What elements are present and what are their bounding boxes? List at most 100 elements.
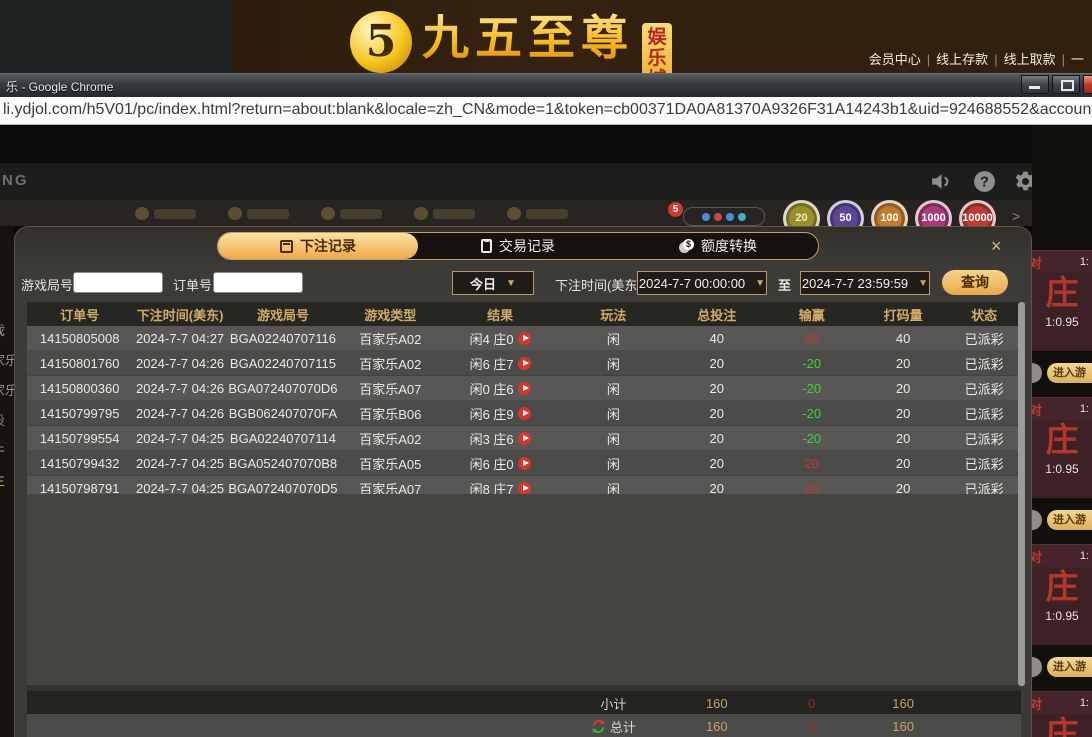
help-icon[interactable]: ?: [972, 169, 997, 194]
road-dot: [738, 212, 746, 221]
banker-odds: 1:0.95: [1045, 315, 1079, 329]
cell-game_type: 百家乐A05: [359, 456, 422, 472]
tab-quota-transfer[interactable]: 额度转换: [618, 233, 818, 259]
column-header: 游戏局号: [256, 307, 309, 323]
cell-total_bet: 20: [709, 430, 725, 446]
pair-odds-label: 对: [1032, 400, 1042, 419]
table-row: 14150799554 2024-7-7 04:25 BGA02240707114 百…: [27, 426, 1021, 451]
cell-order_no: 14150800360: [39, 380, 120, 396]
close-icon[interactable]: ×: [991, 236, 1002, 257]
cell-bet_time: 2024-7-7 04:26: [135, 380, 225, 396]
occluded-menu-fragment: 设: [0, 410, 5, 429]
order-no-input[interactable]: [213, 272, 303, 293]
window-titlebar[interactable]: 乐 - Google Chrome: [0, 73, 1092, 98]
odds-fragment: 1:: [1079, 550, 1089, 562]
tab-pill: 下注记录 交易记录 额度转换: [217, 232, 819, 260]
cell-total_bet: 40: [709, 330, 725, 346]
replay-icon[interactable]: [517, 406, 531, 420]
cell-game_type: 百家乐A02: [359, 356, 422, 372]
replay-icon[interactable]: [517, 331, 531, 345]
table-row: 14150799432 2024-7-7 04:25 BGA052407070B8 百…: [27, 451, 1021, 476]
header-link[interactable]: 线上取款: [1004, 52, 1056, 67]
refresh-icon[interactable]: [591, 719, 606, 734]
cell-round_no: BGA02240707114: [229, 430, 336, 446]
column-header: 订单号: [60, 307, 100, 323]
cell-win_loss: -20: [802, 405, 822, 421]
cell-result: 闲6 庄7: [442, 351, 557, 375]
total-label: 总计: [609, 719, 636, 735]
header-link[interactable]: 一: [1071, 52, 1084, 67]
order-no-label: 订单号: [173, 278, 213, 293]
cell-result: 闲6 庄9: [442, 401, 557, 425]
cell-win_loss: -20: [802, 355, 822, 371]
cell-play: 闲: [606, 331, 620, 347]
cell-play: 闲: [606, 456, 620, 472]
lobby-card-panel: 对 1: 庄 1:0.95: [1032, 397, 1092, 498]
header-link[interactable]: 会员中心: [869, 52, 921, 67]
enter-game-button[interactable]: 进入游: [1047, 363, 1092, 383]
date-to-value: 2024-7-7 23:59:59: [801, 275, 909, 291]
window-controls: [1021, 75, 1092, 94]
replay-icon[interactable]: [517, 356, 531, 370]
logo-badge-char: 娱: [647, 26, 667, 48]
cell-game_type: 百家乐A02: [359, 331, 422, 347]
close-window-button[interactable]: [1083, 75, 1092, 94]
blurred-menu-item[interactable]: [507, 207, 568, 220]
pair-odds-label: 对: [1032, 694, 1042, 713]
url-text: li.ydjol.com/h5V01/pc/index.html?return=…: [3, 101, 1092, 118]
column-header: 下注时间(美东): [136, 307, 224, 323]
replay-icon[interactable]: [517, 481, 531, 495]
header-link[interactable]: 线上存款: [936, 52, 988, 67]
window-title: 乐 - Google Chrome: [6, 80, 114, 94]
column-header: 总投注: [697, 307, 737, 323]
replay-icon[interactable]: [517, 456, 531, 470]
sound-icon[interactable]: [928, 169, 953, 194]
search-button[interactable]: 查询: [942, 270, 1008, 295]
scrollbar[interactable]: [1018, 302, 1025, 686]
chevron-down-icon: ▼: [506, 277, 516, 289]
maximize-button[interactable]: [1052, 75, 1080, 94]
blurred-menu-item[interactable]: [228, 207, 289, 220]
subtotal-turnover: 160: [892, 695, 914, 711]
calendar-icon: [280, 239, 293, 253]
odds-fragment: 1:: [1079, 256, 1089, 268]
date-from-select[interactable]: 2024-7-7 00:00:00 ▼: [637, 271, 767, 295]
minimize-button[interactable]: [1021, 75, 1049, 94]
blurred-menu-item[interactable]: [414, 207, 475, 220]
url-bar[interactable]: li.ydjol.com/h5V01/pc/index.html?return=…: [0, 97, 1092, 125]
roadmap-dots-panel: [683, 207, 765, 226]
cell-order_no: 14150805008: [39, 330, 120, 346]
clipboard-icon: [481, 239, 492, 253]
game-subbar: 5 2050100100010000 > 设置: [0, 200, 1092, 237]
coins-icon: [679, 239, 694, 253]
enter-game-button[interactable]: 进入游: [1047, 510, 1092, 530]
cell-status: 已派彩: [964, 456, 1004, 472]
cell-turnover: 20: [895, 355, 911, 371]
date-range-select[interactable]: 今日 ▼: [452, 271, 534, 295]
table-secondary-button[interactable]: [1032, 510, 1042, 530]
cell-total_bet: 20: [709, 405, 725, 421]
chevron-down-icon: ▼: [755, 277, 766, 289]
result-text: 闲6 庄0: [469, 456, 514, 472]
chips-more-arrow[interactable]: >: [1012, 208, 1020, 224]
site-header: 5 九五至尊 娱乐城 会员中心|线上存款|线上取款|一: [0, 0, 1092, 94]
table-secondary-button[interactable]: [1032, 363, 1042, 383]
replay-icon[interactable]: [517, 431, 531, 445]
game-round-input[interactable]: [73, 272, 163, 293]
tab-transaction-records[interactable]: 交易记录: [418, 233, 618, 259]
blurred-menu-item[interactable]: [321, 207, 382, 220]
cell-bet_time: 2024-7-7 04:25: [135, 430, 225, 446]
cell-turnover: 20: [895, 455, 911, 471]
cell-status: 已派彩: [964, 331, 1004, 347]
tab-bet-records[interactable]: 下注记录: [218, 233, 418, 259]
cell-round_no: BGA02240707115: [229, 355, 336, 371]
table-secondary-button[interactable]: [1032, 657, 1042, 677]
banker-label: 庄: [1045, 715, 1079, 737]
blurred-menu-item[interactable]: [135, 207, 196, 220]
occluded-menu-fragment: 戏: [0, 320, 5, 339]
cell-win_loss: -20: [802, 380, 822, 396]
page-background-band: [0, 124, 1092, 163]
replay-icon[interactable]: [517, 381, 531, 395]
enter-game-button[interactable]: 进入游: [1047, 657, 1092, 677]
date-to-select[interactable]: 2024-7-7 23:59:59 ▼: [800, 271, 930, 295]
